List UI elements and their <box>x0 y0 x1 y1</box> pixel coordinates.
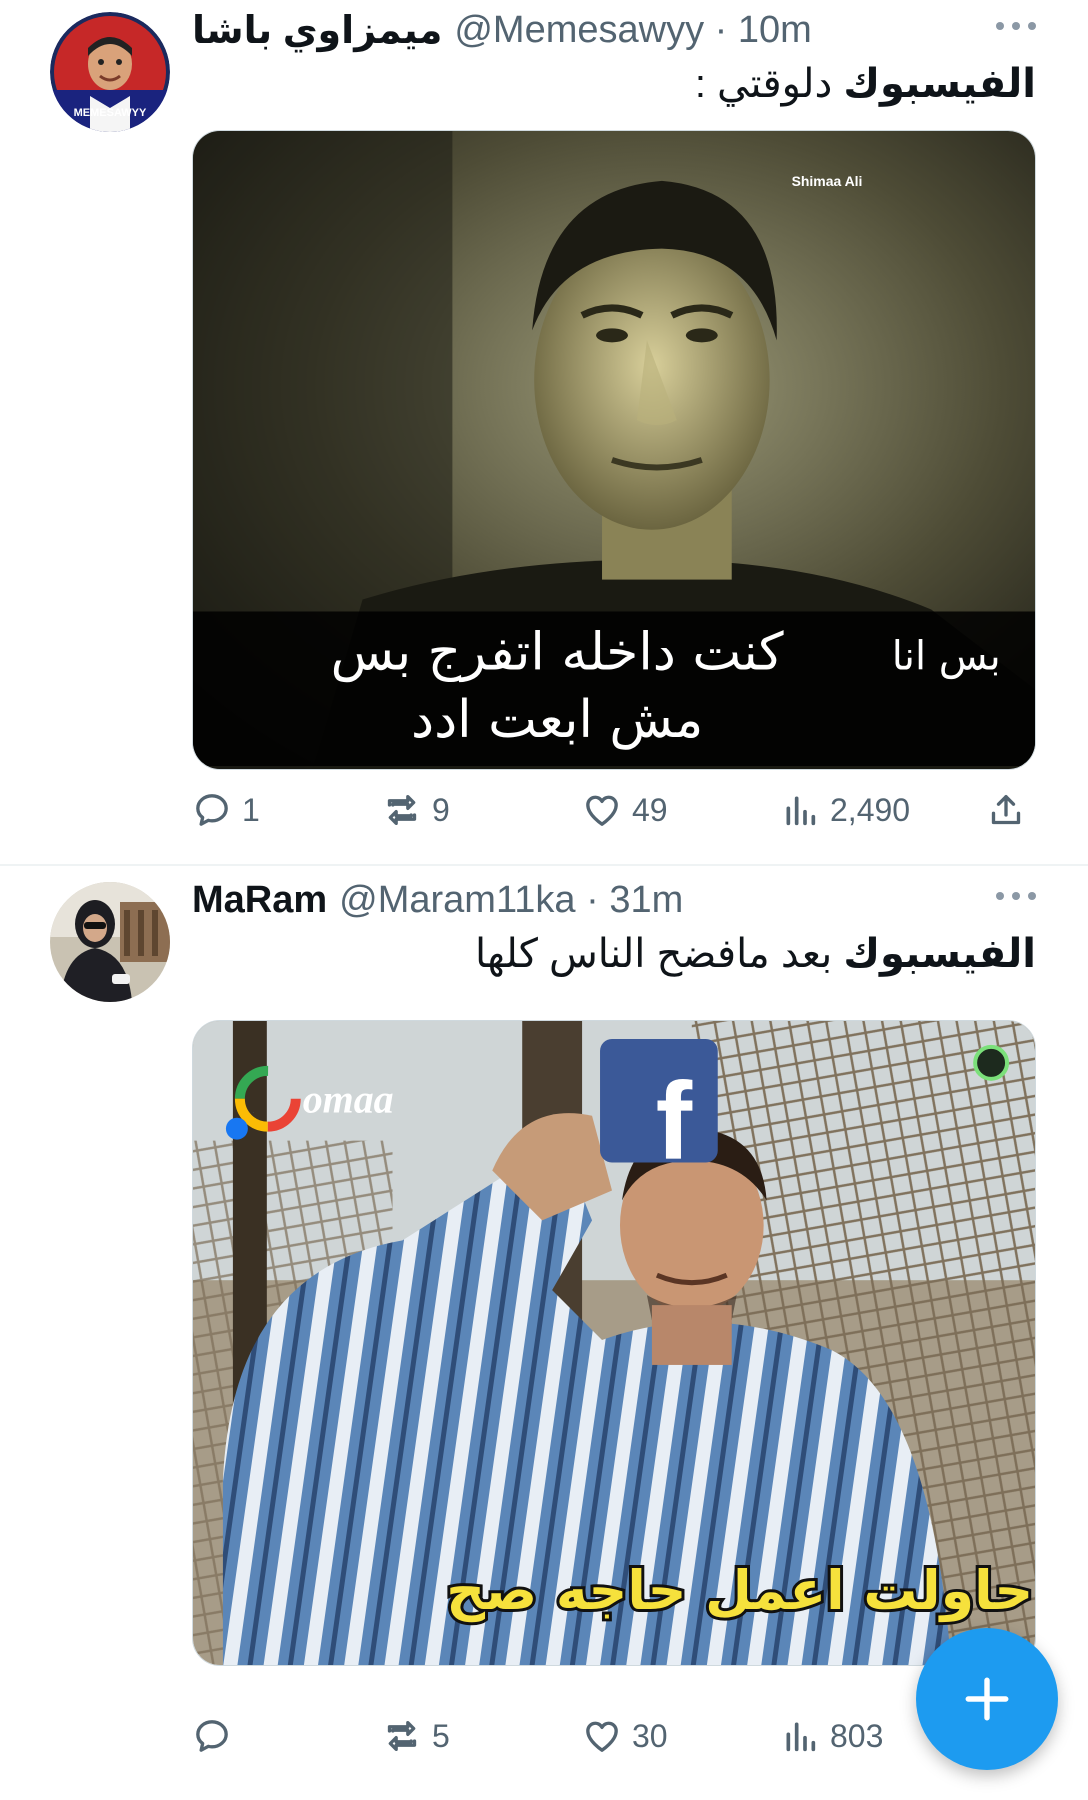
facebook-letter: f <box>656 1061 693 1183</box>
tweet[interactable]: MEMESAWYY ميمزاوي باشا @Memesawyy · 10m … <box>0 0 1088 866</box>
like-icon <box>586 1721 618 1752</box>
like-button[interactable]: 30 <box>582 1708 668 1764</box>
retweet-icon <box>387 1721 417 1751</box>
display-name[interactable]: MaRam <box>192 879 327 922</box>
reply-button[interactable] <box>192 1708 242 1764</box>
tweet-divider <box>0 864 1088 866</box>
share-button[interactable] <box>986 782 1026 838</box>
views-button[interactable]: 2,490 <box>780 782 910 838</box>
avatar[interactable] <box>50 882 170 1002</box>
tweet[interactable]: MaRam @Maram11ka · 31m الفيسبوك بعد مافض… <box>0 870 1088 1800</box>
like-button[interactable]: 49 <box>582 782 668 838</box>
compose-tweet-button[interactable] <box>916 1628 1058 1770</box>
reply-icon <box>196 1720 228 1752</box>
retweet-button[interactable]: 9 <box>382 782 450 838</box>
tweet-text-rest: دلوقتي : <box>694 62 844 106</box>
share-icon <box>991 795 1021 825</box>
tweet-text-bold[interactable]: الفيسبوك <box>843 932 1036 976</box>
tweet-text-bold[interactable]: الفيسبوك <box>843 62 1036 106</box>
views-button[interactable]: 803 <box>780 1708 883 1764</box>
retweet-count: 5 <box>432 1717 450 1754</box>
tweet-actions: 1 9 49 2,490 <box>192 782 1036 838</box>
media-caption: حاولت اعمل حاجه صح <box>446 1559 1033 1622</box>
views-icon <box>786 796 816 826</box>
retweet-count: 9 <box>432 791 450 828</box>
display-name[interactable]: ميمزاوي باشا <box>192 8 442 53</box>
like-icon <box>586 795 618 826</box>
tweet-text: الفيسبوك دلوقتي : <box>695 58 1036 110</box>
more-icon[interactable] <box>996 884 1036 908</box>
tweet-header: MaRam @Maram11ka · 31m <box>192 874 683 926</box>
reply-button[interactable]: 1 <box>192 782 260 838</box>
like-count: 30 <box>632 1717 668 1754</box>
svg-text:MEMESAWYY: MEMESAWYY <box>74 107 147 119</box>
tweet-media-image[interactable]: f G omaa حاولت اعمل حاجه صح <box>192 1020 1036 1666</box>
views-count: 2,490 <box>830 791 911 828</box>
avatar-image: MEMESAWYY <box>50 12 170 132</box>
avatar-image <box>50 882 170 1002</box>
avatar[interactable]: MEMESAWYY <box>50 12 170 132</box>
views-icon <box>786 1722 816 1752</box>
tweet-text-rest: بعد مافضح الناس كلها <box>474 932 844 976</box>
handle-time[interactable]: @Memesawyy · 10m <box>454 9 811 52</box>
more-icon[interactable] <box>996 14 1036 38</box>
compose-icon <box>965 1677 1009 1721</box>
media-caption-small: بس انا <box>892 633 1001 679</box>
media-caption-line1: كنت داخله اتفرج بس <box>331 622 784 682</box>
views-count: 803 <box>830 1717 884 1754</box>
media-logo-text: omaa <box>303 1077 394 1122</box>
tweet-text: الفيسبوك بعد مافضح الناس كلها <box>475 928 1036 980</box>
retweet-button[interactable]: 5 <box>382 1708 450 1764</box>
tweet-actions: 5 30 803 <box>192 1708 1036 1764</box>
tweet-header: ميمزاوي باشا @Memesawyy · 10m <box>192 4 812 56</box>
media-watermark: Shimaa Ali <box>792 173 863 189</box>
media-caption-line2: مش ابعت ادد <box>411 690 703 750</box>
reply-count: 1 <box>242 791 260 828</box>
tweet-media-image[interactable]: Shimaa Ali بس انا كنت داخله اتفرج بس مش … <box>192 130 1036 770</box>
timeline-feed: MEMESAWYY ميمزاوي باشا @Memesawyy · 10m … <box>0 0 1088 1800</box>
handle-time[interactable]: @Maram11ka · 31m <box>339 879 683 922</box>
reply-icon <box>196 794 228 826</box>
like-count: 49 <box>632 791 668 828</box>
retweet-icon <box>387 795 417 825</box>
